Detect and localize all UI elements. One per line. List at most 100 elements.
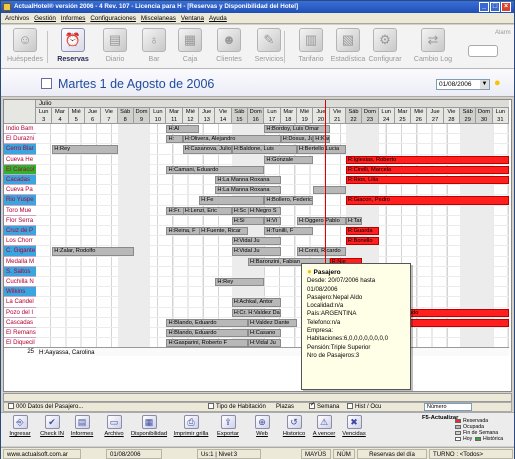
booking-bar[interactable]: H:Baldone, Luis: [231, 145, 297, 154]
maximize-icon[interactable]: □: [490, 2, 500, 12]
booking-bar[interactable]: H:Si: [231, 216, 265, 225]
booking-bar[interactable]: H:Tarr: [345, 216, 363, 225]
room-label[interactable]: C. Gigante: [4, 246, 36, 257]
disponibilidad-button[interactable]: ▦ Disponibilidad: [129, 415, 169, 445]
alarm-box[interactable]: [468, 45, 498, 57]
menu-item-configuraciones[interactable]: Configuraciones: [90, 13, 136, 23]
zoom-select[interactable]: Número: [424, 403, 472, 411]
room-label[interactable]: Cueva Pa: [4, 185, 36, 196]
close-icon[interactable]: ×: [501, 2, 511, 12]
vencidas-button[interactable]: ✖ Vencidas: [339, 415, 369, 445]
imprimir-grilla-button[interactable]: ⎙ Imprimir grilla: [171, 415, 211, 445]
lightbulb-icon[interactable]: ●: [494, 78, 501, 89]
minimize-icon[interactable]: _: [479, 2, 489, 12]
booking-bar[interactable]: H:Casano: [248, 329, 281, 338]
toolbar-button-10[interactable]: ⇄ Cambio Log: [406, 26, 460, 68]
booking-bar[interactable]: [313, 186, 346, 195]
room-label[interactable]: Medalla M: [4, 256, 36, 267]
room-label[interactable]: Indio Bam: [4, 124, 36, 135]
booking-bar[interactable]: H:Vidal Ju: [231, 237, 281, 246]
room-label[interactable]: El Caracol: [4, 164, 36, 175]
room-label[interactable]: El Remans: [4, 328, 36, 339]
room-label[interactable]: S. Saltos: [4, 266, 36, 277]
menu-item-gestión[interactable]: Gestión: [34, 13, 56, 23]
booking-bar[interactable]: H:La Manna Roxana: [215, 176, 281, 185]
a-vencer-button[interactable]: ⚠ A vencer: [309, 415, 339, 445]
booking-bar[interactable]: H:Tunilli, F: [264, 227, 314, 236]
ingresar-button[interactable]: ⎆ Ingresar: [5, 415, 35, 445]
booking-bar[interactable]: H:Rey: [215, 278, 265, 287]
chevron-down-icon[interactable]: ▼: [480, 80, 489, 89]
booking-bar[interactable]: H:Cr. H:Valdez Dante: [231, 308, 281, 317]
informes-button[interactable]: ▤ Informes: [67, 415, 97, 445]
booking-bar[interactable]: R:Bonello: [345, 237, 379, 246]
booking-bar[interactable]: H:Blando, Eduardo: [166, 318, 249, 327]
booking-bar[interactable]: H:La Manna Roxana: [215, 186, 281, 195]
room-label[interactable]: Cuchilla N: [4, 277, 36, 288]
booking-bar[interactable]: H:Bordoy, Luis Omar: [264, 125, 330, 134]
places-option[interactable]: Plazas: [276, 403, 294, 412]
menu-item-ayuda[interactable]: Ayuda: [209, 13, 227, 23]
week-option[interactable]: Semana: [309, 401, 339, 412]
toolbar-button-0[interactable]: ☺ Huéspedes: [3, 26, 47, 68]
archivo-button[interactable]: ▭ Archivo: [99, 415, 129, 445]
booking-bar[interactable]: H:Rey: [52, 145, 118, 154]
checkbox[interactable]: [347, 403, 353, 410]
booking-bar[interactable]: H:Bollero, Federico: [264, 196, 314, 205]
booking-bar[interactable]: R:Guarda: [345, 227, 379, 236]
toolbar-button-4[interactable]: ▦ Caja: [168, 26, 212, 68]
checkbox[interactable]: [208, 403, 214, 410]
booking-bar[interactable]: H:Casanova, Julio Armando: [182, 145, 232, 154]
toolbar-button-5[interactable]: ☻ Clientes: [207, 26, 251, 68]
historico-button[interactable]: ↺ Historico: [279, 415, 309, 445]
room-label[interactable]: Cascadas: [4, 317, 36, 328]
toolbar-button-2[interactable]: ▤ Diario: [93, 26, 137, 68]
room-label[interactable]: Cueva He: [4, 154, 36, 165]
booking-bar[interactable]: H:Olivera, Alejandro: [182, 135, 281, 144]
room-label[interactable]: Cruz de P: [4, 226, 36, 237]
menu-item-archivos[interactable]: Archivos: [5, 13, 29, 23]
booking-bar[interactable]: H:: [166, 135, 183, 144]
passenger-data-field[interactable]: 000 Datos del Pasajero...: [8, 403, 83, 412]
checkbox[interactable]: [8, 403, 14, 410]
booking-bar[interactable]: H:Blando, Eduardo: [166, 329, 249, 338]
booking-bar[interactable]: H:Camani, Eduardo: [166, 165, 265, 174]
booking-bar[interactable]: H:Fe: [199, 196, 265, 205]
booking-bar[interactable]: R:Giacon, Pedro: [345, 196, 509, 205]
booking-bar[interactable]: H:Fuente, Ricar: [199, 227, 249, 236]
booking-bar[interactable]: H:Valdez Dante: [248, 318, 297, 327]
room-label[interactable]: Cacadas: [4, 175, 36, 186]
booking-bar[interactable]: H:Conti, Ricardo: [296, 247, 346, 256]
booking-bar[interactable]: R:Cirelli, Marcela: [345, 165, 509, 174]
toolbar-button-9[interactable]: ⚙ Configurar: [363, 26, 407, 68]
room-label[interactable]: Rio Yuspe: [4, 195, 36, 206]
menu-item-ventana[interactable]: Ventana: [181, 13, 204, 23]
booking-bar[interactable]: H:Lenzi, Eric: [182, 206, 232, 215]
toolbar-button-1[interactable]: ⏰ Reservas: [51, 26, 95, 68]
room-label[interactable]: Flor Serra: [4, 215, 36, 226]
booking-bar[interactable]: H:Bertello Lucia: [296, 145, 346, 154]
check-in-button[interactable]: ✔ Check IN: [37, 415, 67, 445]
booking-bar[interactable]: H:Oggero Pablo: [296, 216, 346, 225]
menu-item-informes[interactable]: Informes: [61, 13, 86, 23]
booking-bar[interactable]: H:Zalar, Rodolfo: [52, 247, 134, 256]
booking-bar[interactable]: H:Vi: [264, 216, 281, 225]
checkbox[interactable]: [309, 401, 315, 410]
room-type-option[interactable]: Tipo de Habitación: [208, 403, 266, 412]
room-label[interactable]: Wilkins: [4, 287, 36, 298]
hist-option[interactable]: Hist / Ocu: [347, 403, 381, 412]
booking-bar[interactable]: R:Iglesias, Roberto: [345, 155, 509, 164]
booking-bar[interactable]: R:Rios, Lilia: [345, 176, 509, 185]
booking-bar[interactable]: H:Negro S: [248, 206, 281, 215]
date-select[interactable]: 01/08/2006 ▼: [436, 79, 490, 90]
room-label[interactable]: Pozo del I: [4, 307, 36, 318]
room-label[interactable]: El Durazni: [4, 134, 36, 145]
web-button[interactable]: ⊕ Web: [247, 415, 277, 445]
room-label[interactable]: Toro Mue: [4, 205, 36, 216]
room-label[interactable]: Cerro Blar: [4, 144, 36, 155]
booking-bar[interactable]: H:Al: [166, 125, 200, 134]
booking-bar[interactable]: H:Dosus, Juan: [280, 135, 314, 144]
booking-bar[interactable]: H:Gonzale: [264, 155, 314, 164]
room-label[interactable]: La Candel: [4, 297, 36, 308]
booking-cells[interactable]: H:Al H:Bordoy, Luis Omar H: H:Olivera, Alej…: [36, 124, 509, 349]
